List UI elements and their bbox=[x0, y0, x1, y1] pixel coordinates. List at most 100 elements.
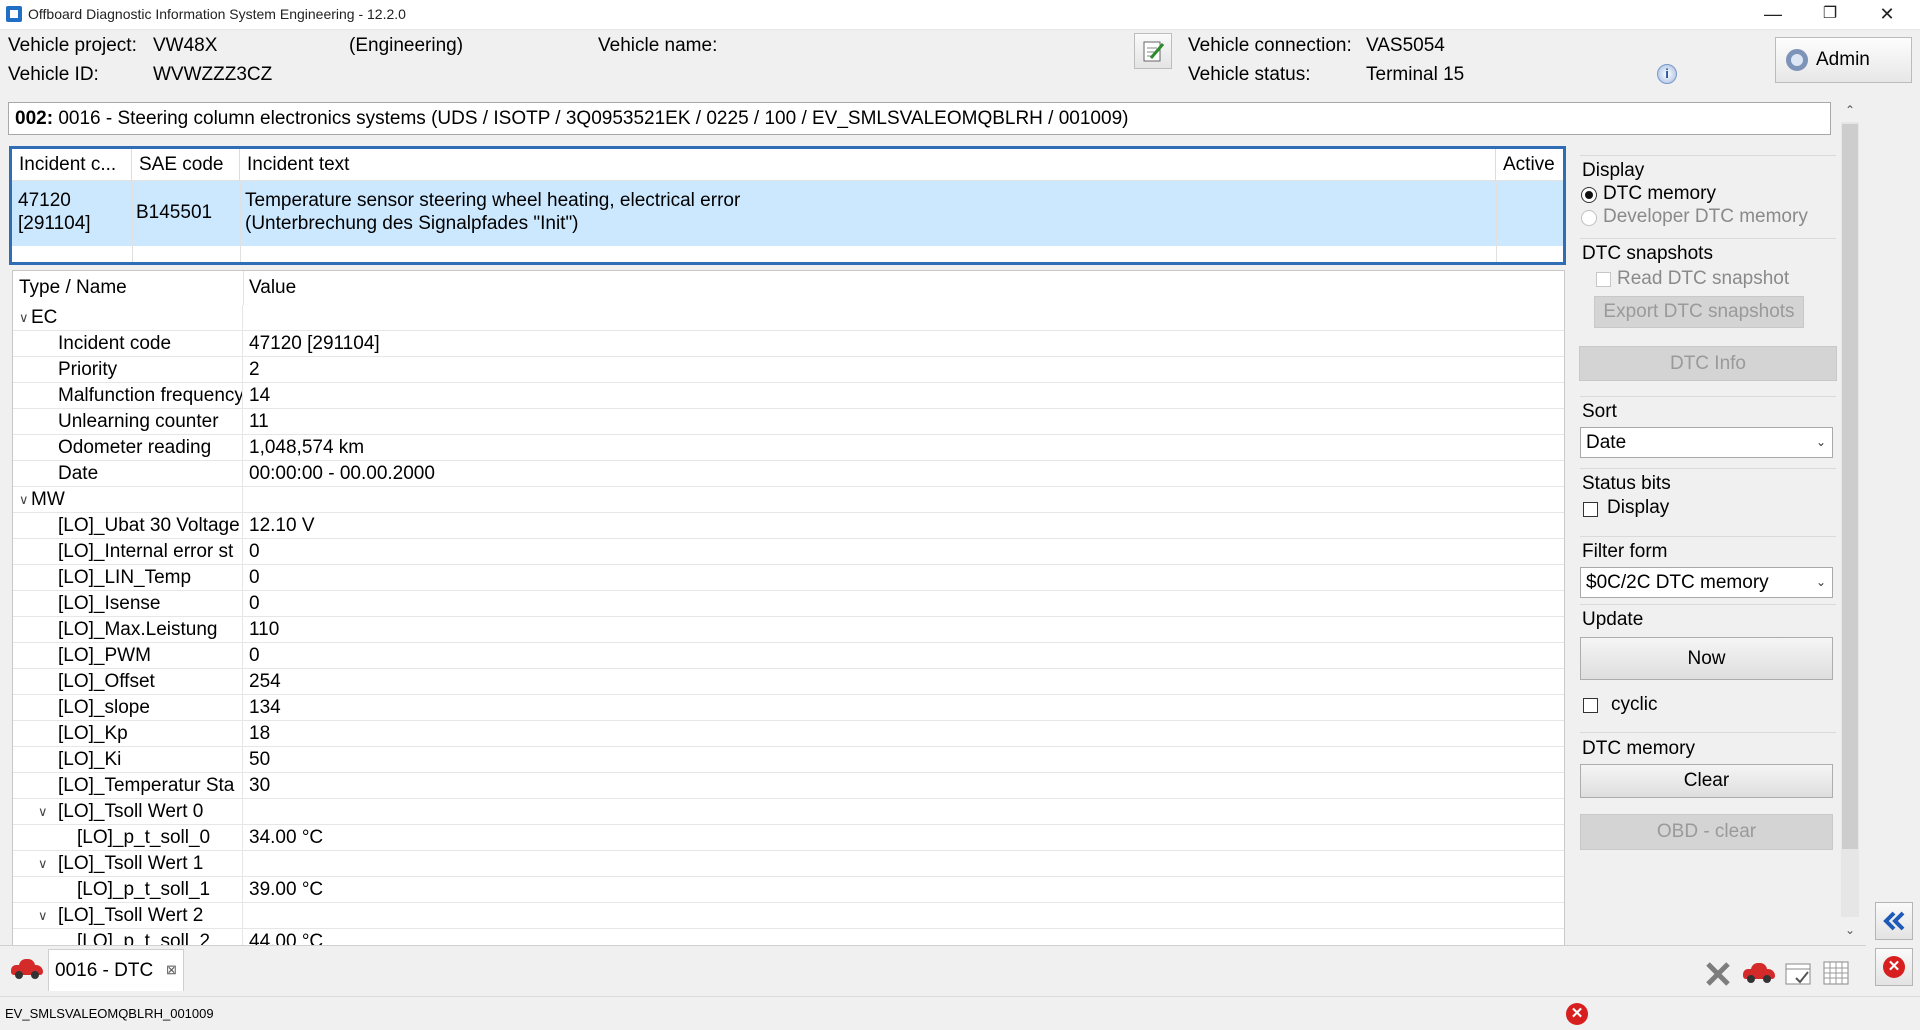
car-icon[interactable] bbox=[11, 959, 43, 979]
scroll-up-arrow-icon[interactable]: ⌃ bbox=[1840, 100, 1860, 120]
read-snapshot-checkbox[interactable] bbox=[1596, 272, 1611, 287]
col-sae-code[interactable]: SAE code bbox=[132, 149, 240, 181]
clear-dtc-button[interactable]: Clear bbox=[1580, 764, 1833, 798]
gear-icon bbox=[1786, 49, 1808, 71]
tree-group-row[interactable]: ∨ MW bbox=[13, 487, 1564, 513]
tree-row[interactable]: ∨ [LO]_Tsoll Wert 1 bbox=[13, 851, 1564, 877]
tree-row-value: 254 bbox=[249, 671, 281, 692]
expand-chevron-icon[interactable]: ∨ bbox=[38, 851, 48, 876]
error-close-icon: ✕ bbox=[1883, 956, 1905, 978]
tree-row[interactable]: Incident code 47120 [291104] bbox=[13, 331, 1564, 357]
cyclic-label[interactable]: cyclic bbox=[1611, 694, 1657, 716]
tree-row-value: 110 bbox=[249, 619, 280, 640]
tree-row-name: [LO]_Temperatur Sta bbox=[58, 775, 235, 796]
tree-row-name-cell: [LO]_p_t_soll_1 bbox=[13, 877, 243, 902]
tree-row[interactable]: [LO]_LIN_Temp 0 bbox=[13, 565, 1564, 591]
cyclic-checkbox[interactable] bbox=[1583, 698, 1598, 713]
tree-row[interactable]: ∨ [LO]_Tsoll Wert 2 bbox=[13, 903, 1564, 929]
tree-row-value: 34.00 °C bbox=[249, 827, 324, 848]
tree-row[interactable]: [LO]_Max.Leistung 110 bbox=[13, 617, 1564, 643]
tree-row-name: [LO]_Max.Leistung bbox=[58, 619, 218, 640]
tree-row-name-cell: [LO]_Offset bbox=[13, 669, 243, 694]
update-label: Update bbox=[1582, 609, 1644, 630]
tree-row[interactable]: [LO]_Kp 18 bbox=[13, 721, 1564, 747]
cancel-session-button[interactable]: ✕ bbox=[1875, 948, 1913, 986]
tree-row[interactable]: [LO]_Isense 0 bbox=[13, 591, 1564, 617]
scroll-thumb[interactable] bbox=[1842, 124, 1858, 849]
restore-button[interactable]: ❐ bbox=[1801, 0, 1859, 30]
tab-close-icon[interactable]: ⊠ bbox=[166, 962, 177, 978]
expand-chevron-icon[interactable]: ∨ bbox=[19, 487, 29, 512]
tree-row-name: [LO]_Ki bbox=[58, 749, 122, 770]
incident-code-cell: 47120 bbox=[18, 190, 71, 211]
tree-row[interactable]: [LO]_p_t_soll_1 39.00 °C bbox=[13, 877, 1564, 903]
col-incident-text[interactable]: Incident text bbox=[240, 149, 1496, 181]
vehicle-car-icon[interactable] bbox=[1743, 963, 1775, 983]
admin-button[interactable]: Admin bbox=[1775, 37, 1912, 83]
tree-row[interactable]: Odometer reading 1,048,574 km bbox=[13, 435, 1564, 461]
expand-chevron-icon[interactable]: ∨ bbox=[38, 799, 48, 824]
col-value[interactable]: Value bbox=[249, 271, 296, 305]
tree-row-name-cell: [LO]_Internal error st bbox=[13, 539, 243, 564]
minimize-button[interactable]: — bbox=[1744, 0, 1802, 30]
checklist-icon[interactable] bbox=[1782, 958, 1814, 988]
dtc-memory-radio[interactable] bbox=[1581, 187, 1597, 203]
col-type-name[interactable]: Type / Name bbox=[19, 271, 127, 305]
export-snapshots-button[interactable]: Export DTC snapshots bbox=[1594, 296, 1804, 328]
tree-row-name-cell: Unlearning counter bbox=[13, 409, 243, 434]
collapse-panel-button[interactable] bbox=[1875, 902, 1913, 940]
tree-row[interactable]: [LO]_Temperatur Sta 30 bbox=[13, 773, 1564, 799]
incident-text-sub-cell: (Unterbrechung des Signalpfades "Init") bbox=[245, 213, 579, 234]
snapshots-group: DTC snapshots Read DTC snapshot Export D… bbox=[1580, 238, 1836, 330]
tree-row[interactable]: [LO]_p_t_soll_0 34.00 °C bbox=[13, 825, 1564, 851]
tree-row[interactable]: Priority 2 bbox=[13, 357, 1564, 383]
tree-row[interactable]: [LO]_Offset 254 bbox=[13, 669, 1564, 695]
expand-chevron-icon[interactable]: ∨ bbox=[38, 903, 48, 928]
tree-row[interactable]: [LO]_Ubat 30 Voltage 12.10 V bbox=[13, 513, 1564, 539]
status-bits-display-checkbox[interactable] bbox=[1583, 502, 1598, 517]
tree-row[interactable]: [LO]_slope 134 bbox=[13, 695, 1564, 721]
developer-dtc-memory-radio[interactable] bbox=[1581, 210, 1597, 226]
dtc-info-button[interactable]: DTC Info bbox=[1579, 346, 1837, 381]
dtc-list: Incident c... SAE code Incident text Act… bbox=[9, 146, 1566, 265]
filter-form-select[interactable]: $0C/2C DTC memory ⌄ bbox=[1580, 567, 1833, 598]
obd-clear-button[interactable]: OBD - clear bbox=[1580, 814, 1833, 850]
tree-row[interactable]: [LO]_p_t_soll_2 44.00 °C bbox=[13, 929, 1564, 945]
sort-select[interactable]: Date ⌄ bbox=[1580, 427, 1833, 458]
dtc-memory-radio-label[interactable]: DTC memory bbox=[1603, 183, 1716, 205]
main-vertical-scrollbar[interactable]: ⌃ ⌄ bbox=[1840, 100, 1860, 940]
tree-row[interactable]: Malfunction frequency 14 bbox=[13, 383, 1564, 409]
tab-label: 0016 - DTC bbox=[55, 960, 154, 981]
expand-chevron-icon[interactable]: ∨ bbox=[19, 305, 29, 330]
scroll-down-arrow-icon[interactable]: ⌄ bbox=[1840, 920, 1860, 940]
edit-vehicle-button[interactable] bbox=[1134, 33, 1172, 69]
developer-dtc-memory-label[interactable]: Developer DTC memory bbox=[1603, 206, 1808, 228]
tree-row-value: 11 bbox=[249, 411, 269, 432]
col-active[interactable]: Active bbox=[1496, 149, 1563, 181]
tree-row[interactable]: Unlearning counter 11 bbox=[13, 409, 1564, 435]
info-icon[interactable]: i bbox=[1657, 64, 1677, 84]
tree-row[interactable]: [LO]_Internal error st 0 bbox=[13, 539, 1564, 565]
update-group: Update Now cyclic bbox=[1580, 604, 1836, 732]
delete-tool-icon[interactable] bbox=[1702, 958, 1734, 988]
tree-row[interactable]: Date 00:00:00 - 00.00.2000 bbox=[13, 461, 1564, 487]
col-incident-code[interactable]: Incident c... bbox=[12, 149, 132, 181]
dtc-memory-group: DTC memory Clear OBD - clear bbox=[1580, 732, 1836, 864]
tab-0016-dtc[interactable]: 0016 - DTC ⊠ bbox=[48, 949, 184, 991]
tree-row[interactable]: [LO]_Ki 50 bbox=[13, 747, 1564, 773]
tree-row-name-cell: [LO]_Temperatur Sta bbox=[13, 773, 243, 798]
update-now-button[interactable]: Now bbox=[1580, 637, 1833, 680]
tree-row[interactable]: ∨ [LO]_Tsoll Wert 0 bbox=[13, 799, 1564, 825]
tree-row[interactable]: [LO]_PWM 0 bbox=[13, 643, 1564, 669]
close-window-button[interactable]: ✕ bbox=[1858, 0, 1916, 30]
tab-bar: 0016 - DTC ⊠ bbox=[0, 945, 1866, 995]
display-group: Display DTC memory Developer DTC memory bbox=[1580, 155, 1836, 235]
tree-group-row[interactable]: ∨ EC bbox=[13, 305, 1564, 331]
table-row[interactable]: 47120 [291104] B145501 Temperature senso… bbox=[12, 181, 1563, 246]
grid-table-icon[interactable] bbox=[1820, 958, 1852, 988]
status-bits-display-label[interactable]: Display bbox=[1607, 497, 1669, 519]
read-snapshot-label[interactable]: Read DTC snapshot bbox=[1617, 268, 1789, 290]
status-bits-group: Status bits Display bbox=[1580, 468, 1836, 523]
chevron-down-icon: ⌄ bbox=[1815, 435, 1826, 449]
error-status-icon[interactable]: ✕ bbox=[1566, 1003, 1588, 1025]
